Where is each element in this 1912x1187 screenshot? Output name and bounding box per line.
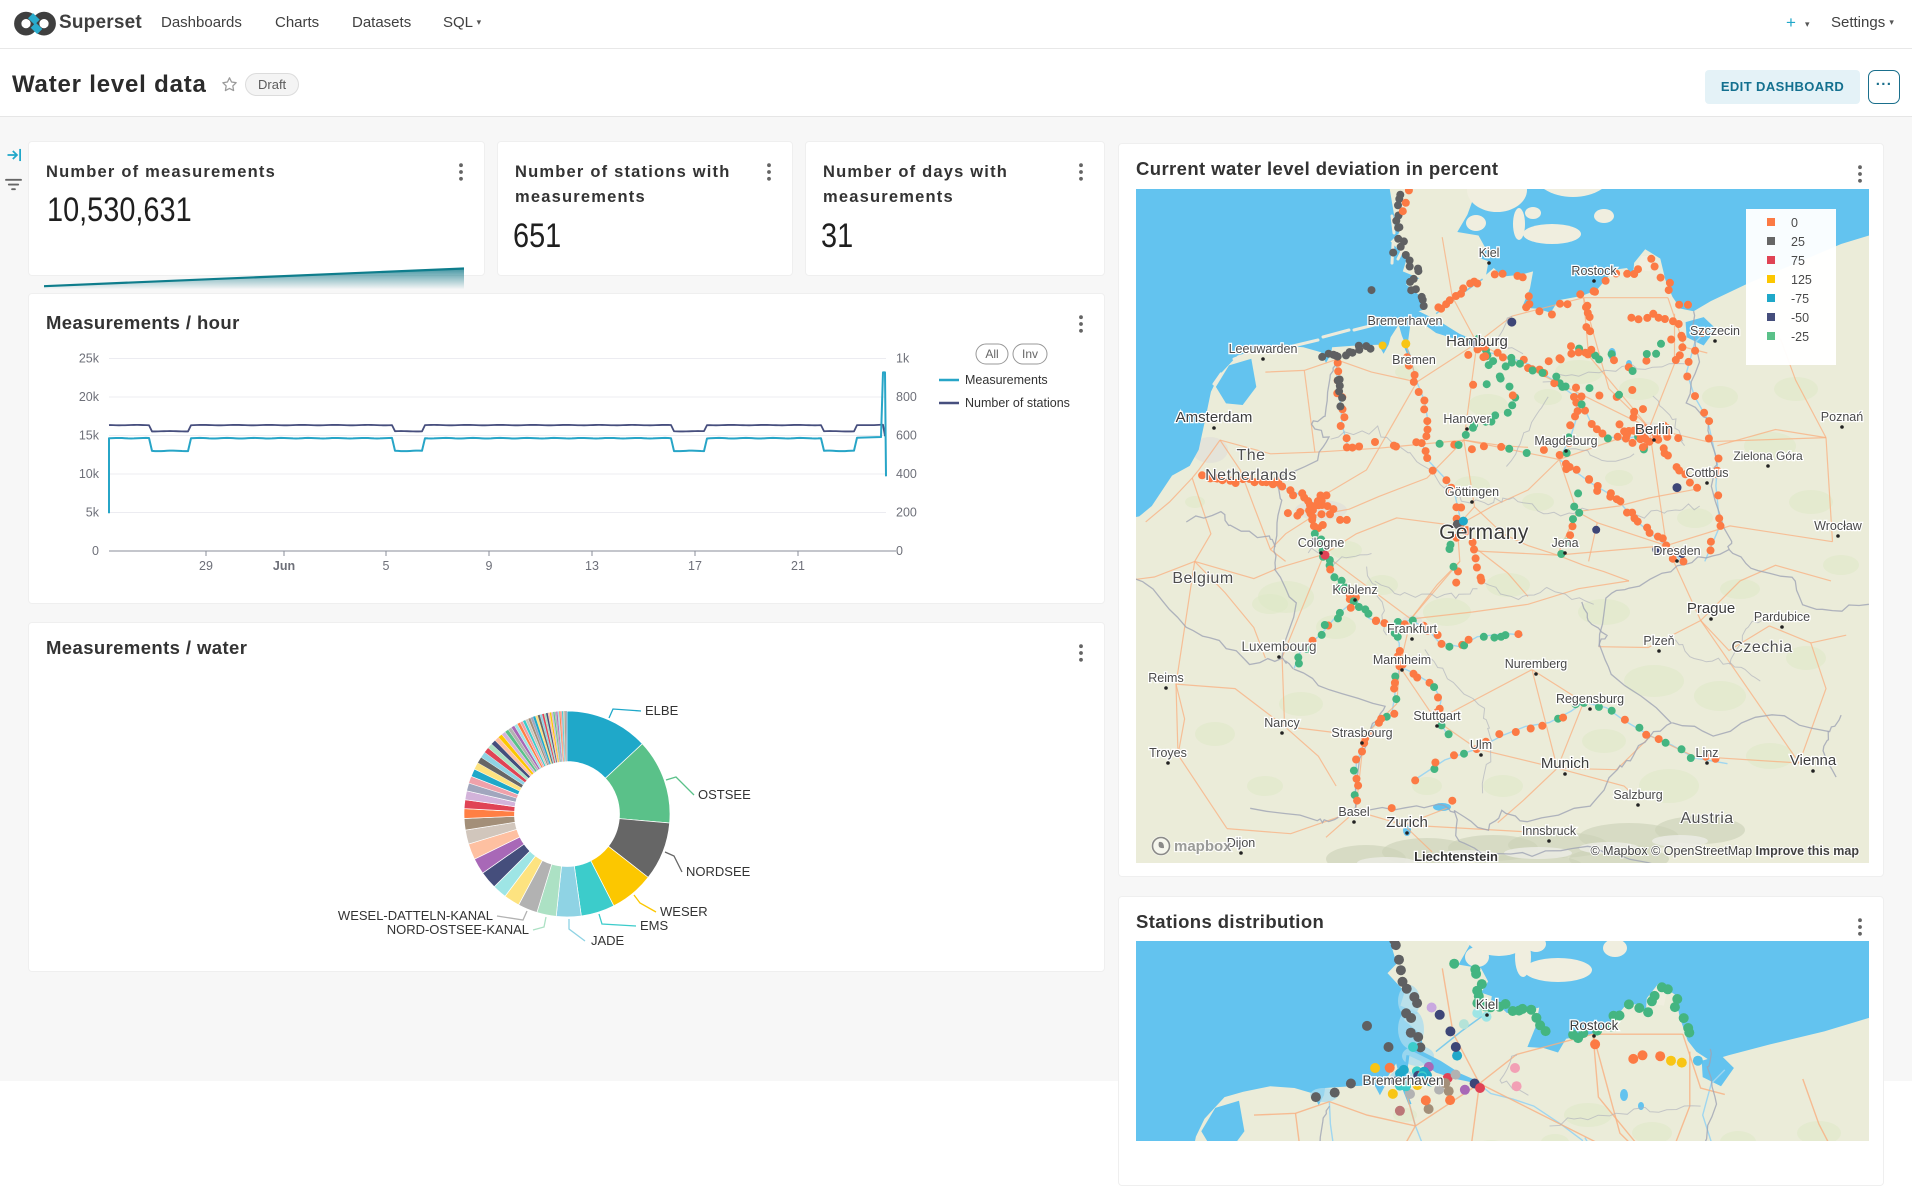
svg-text:Hamburg: Hamburg bbox=[1446, 333, 1508, 350]
svg-text:200: 200 bbox=[896, 506, 917, 520]
svg-text:Wrocław: Wrocław bbox=[1814, 519, 1863, 533]
svg-text:Liechtenstein: Liechtenstein bbox=[1414, 849, 1498, 863]
svg-text:Kiel: Kiel bbox=[1476, 997, 1499, 1012]
svg-text:EMS: EMS bbox=[640, 918, 669, 933]
svg-text:Reims: Reims bbox=[1148, 671, 1183, 685]
svg-text:13: 13 bbox=[585, 559, 599, 573]
svg-text:JADE: JADE bbox=[591, 933, 625, 948]
svg-text:75: 75 bbox=[1791, 254, 1805, 268]
svg-text:Rostock: Rostock bbox=[1570, 1018, 1619, 1033]
svg-text:Hanover: Hanover bbox=[1443, 412, 1490, 426]
svg-text:15k: 15k bbox=[79, 429, 100, 443]
svg-text:All: All bbox=[985, 347, 998, 361]
svg-text:20k: 20k bbox=[79, 390, 100, 404]
svg-text:Cologne: Cologne bbox=[1298, 536, 1345, 550]
svg-text:Magdeburg: Magdeburg bbox=[1534, 434, 1597, 448]
svg-text:NORD-OSTSEE-KANAL: NORD-OSTSEE-KANAL bbox=[387, 922, 529, 937]
svg-text:Troyes: Troyes bbox=[1149, 746, 1187, 760]
svg-text:0: 0 bbox=[92, 544, 99, 558]
svg-text:600: 600 bbox=[896, 429, 917, 443]
svg-text:-75: -75 bbox=[1791, 292, 1809, 306]
svg-text:400: 400 bbox=[896, 467, 917, 481]
svg-text:Rostock: Rostock bbox=[1571, 264, 1617, 278]
svg-text:17: 17 bbox=[688, 559, 702, 573]
svg-text:Prague: Prague bbox=[1687, 600, 1735, 617]
svg-text:Berlin: Berlin bbox=[1635, 421, 1673, 438]
svg-text:Vienna: Vienna bbox=[1790, 752, 1837, 769]
svg-text:Pardubice: Pardubice bbox=[1754, 610, 1810, 624]
svg-text:ELBE: ELBE bbox=[645, 703, 679, 718]
svg-text:The: The bbox=[1236, 447, 1265, 464]
svg-text:125: 125 bbox=[1791, 273, 1812, 287]
svg-text:-25: -25 bbox=[1791, 330, 1809, 344]
svg-text:© Mapbox © OpenStreetMap Impro: © Mapbox © OpenStreetMap Improve this ma… bbox=[1590, 844, 1859, 858]
svg-text:Stuttgart: Stuttgart bbox=[1413, 709, 1461, 723]
svg-text:Nancy: Nancy bbox=[1264, 716, 1300, 730]
svg-text:WESER: WESER bbox=[660, 904, 708, 919]
svg-text:9: 9 bbox=[486, 559, 493, 573]
svg-text:5: 5 bbox=[383, 559, 390, 573]
svg-text:Frankfurt: Frankfurt bbox=[1387, 622, 1438, 636]
svg-text:Jena: Jena bbox=[1551, 536, 1578, 550]
svg-text:Basel: Basel bbox=[1338, 805, 1369, 819]
svg-text:0: 0 bbox=[1791, 216, 1798, 230]
svg-text:WESEL-DATTELN-KANAL: WESEL-DATTELN-KANAL bbox=[338, 908, 493, 923]
svg-text:Szczecin: Szczecin bbox=[1690, 324, 1740, 338]
svg-text:Belgium: Belgium bbox=[1172, 570, 1233, 587]
svg-text:Poznań: Poznań bbox=[1821, 410, 1863, 424]
svg-text:Plzeň: Plzeň bbox=[1643, 634, 1674, 648]
svg-text:Regensburg: Regensburg bbox=[1556, 692, 1624, 706]
svg-text:Measurements: Measurements bbox=[965, 373, 1048, 387]
svg-text:Czechia: Czechia bbox=[1731, 639, 1792, 656]
svg-text:Salzburg: Salzburg bbox=[1613, 788, 1662, 802]
svg-text:0: 0 bbox=[896, 544, 903, 558]
svg-text:Amsterdam: Amsterdam bbox=[1176, 409, 1253, 426]
svg-text:Jun: Jun bbox=[273, 559, 295, 573]
svg-text:Linz: Linz bbox=[1696, 746, 1719, 760]
svg-text:Leeuwarden: Leeuwarden bbox=[1229, 342, 1298, 356]
svg-text:Number of stations: Number of stations bbox=[965, 396, 1070, 410]
svg-text:25k: 25k bbox=[79, 352, 100, 366]
svg-text:Kiel: Kiel bbox=[1479, 246, 1500, 260]
svg-text:Bremen: Bremen bbox=[1392, 353, 1436, 367]
svg-text:25: 25 bbox=[1791, 235, 1805, 249]
svg-text:10k: 10k bbox=[79, 467, 100, 481]
svg-text:Austria: Austria bbox=[1680, 810, 1733, 827]
svg-text:Zurich: Zurich bbox=[1386, 814, 1428, 831]
svg-text:Mannheim: Mannheim bbox=[1373, 653, 1431, 667]
svg-text:29: 29 bbox=[199, 559, 213, 573]
svg-text:mapbox: mapbox bbox=[1174, 838, 1232, 855]
svg-text:Bremerhaven: Bremerhaven bbox=[1367, 314, 1442, 328]
svg-text:OSTSEE: OSTSEE bbox=[698, 787, 751, 802]
svg-text:Dresden: Dresden bbox=[1653, 544, 1700, 558]
svg-text:1k: 1k bbox=[896, 352, 910, 366]
svg-text:Innsbruck: Innsbruck bbox=[1522, 824, 1577, 838]
svg-text:5k: 5k bbox=[86, 506, 100, 520]
svg-text:Munich: Munich bbox=[1541, 755, 1589, 772]
svg-text:Inv: Inv bbox=[1022, 347, 1038, 361]
svg-text:Luxembourg: Luxembourg bbox=[1241, 639, 1316, 654]
svg-text:21: 21 bbox=[791, 559, 805, 573]
svg-text:Cottbus: Cottbus bbox=[1685, 466, 1728, 480]
svg-text:800: 800 bbox=[896, 390, 917, 404]
svg-text:Netherlands: Netherlands bbox=[1205, 467, 1297, 484]
svg-text:Zielona Góra: Zielona Góra bbox=[1733, 449, 1803, 463]
svg-text:Koblenz: Koblenz bbox=[1332, 583, 1377, 597]
svg-text:Nuremberg: Nuremberg bbox=[1505, 657, 1568, 671]
svg-text:Germany: Germany bbox=[1439, 521, 1529, 544]
svg-text:NORDSEE: NORDSEE bbox=[686, 864, 751, 879]
svg-text:Göttingen: Göttingen bbox=[1445, 485, 1499, 499]
svg-text:Strasbourg: Strasbourg bbox=[1331, 726, 1392, 740]
svg-text:Ulm: Ulm bbox=[1470, 738, 1492, 752]
svg-text:-50: -50 bbox=[1791, 311, 1809, 325]
